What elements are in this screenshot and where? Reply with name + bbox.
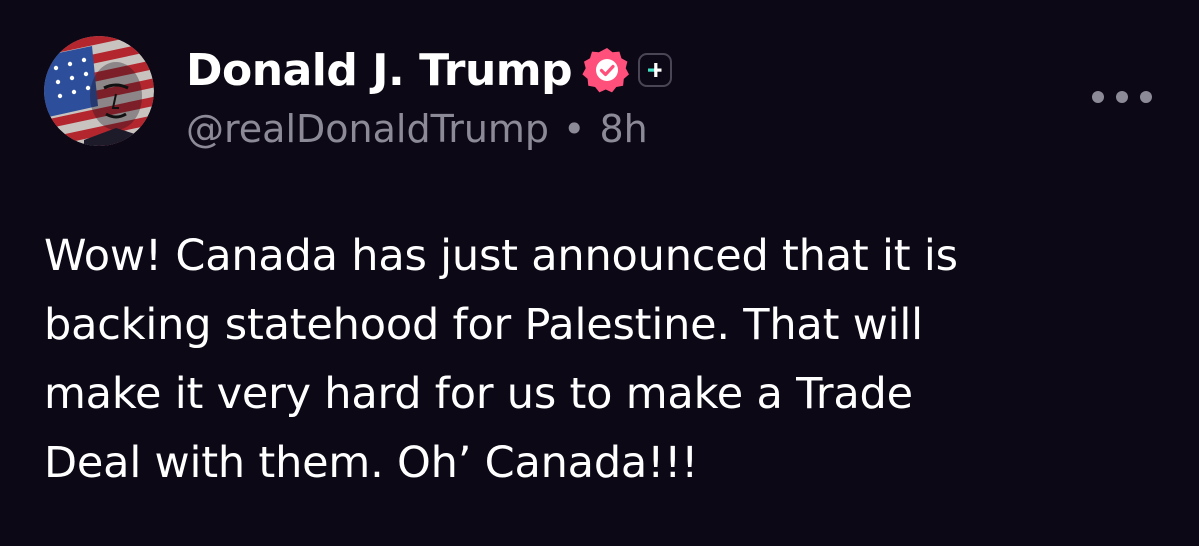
more-options-icon[interactable] bbox=[1092, 84, 1152, 110]
author-display-name[interactable]: Donald J. Trump bbox=[186, 45, 573, 96]
author-meta-row: @realDonaldTrump • 8h bbox=[186, 104, 648, 154]
post-timestamp[interactable]: 8h bbox=[599, 107, 647, 151]
post-body: Wow! Canada has just announced that it i… bbox=[44, 222, 1174, 498]
avatar[interactable] bbox=[44, 36, 154, 146]
more-dot bbox=[1116, 91, 1128, 103]
author-handle[interactable]: @realDonaldTrump bbox=[186, 107, 549, 151]
more-dot bbox=[1140, 91, 1152, 103]
more-dot bbox=[1092, 91, 1104, 103]
verified-badge-icon bbox=[582, 45, 632, 95]
meta-separator: • bbox=[563, 107, 586, 151]
post-body-line: Wow! Canada has just announced that it i… bbox=[44, 231, 958, 281]
plus-badge-icon[interactable] bbox=[638, 53, 673, 87]
post-body-line: backing statehood for Palestine. That wi… bbox=[44, 300, 923, 350]
author-name-row: Donald J. Trump bbox=[186, 40, 673, 100]
post-card: Donald J. Trump @realDonaldTrump • 8h Wo… bbox=[0, 0, 1199, 546]
post-body-line: Deal with them. Oh’ Canada!!! bbox=[44, 438, 699, 488]
post-body-line: make it very hard for us to make a Trade bbox=[44, 369, 913, 419]
avatar-image bbox=[44, 36, 154, 146]
